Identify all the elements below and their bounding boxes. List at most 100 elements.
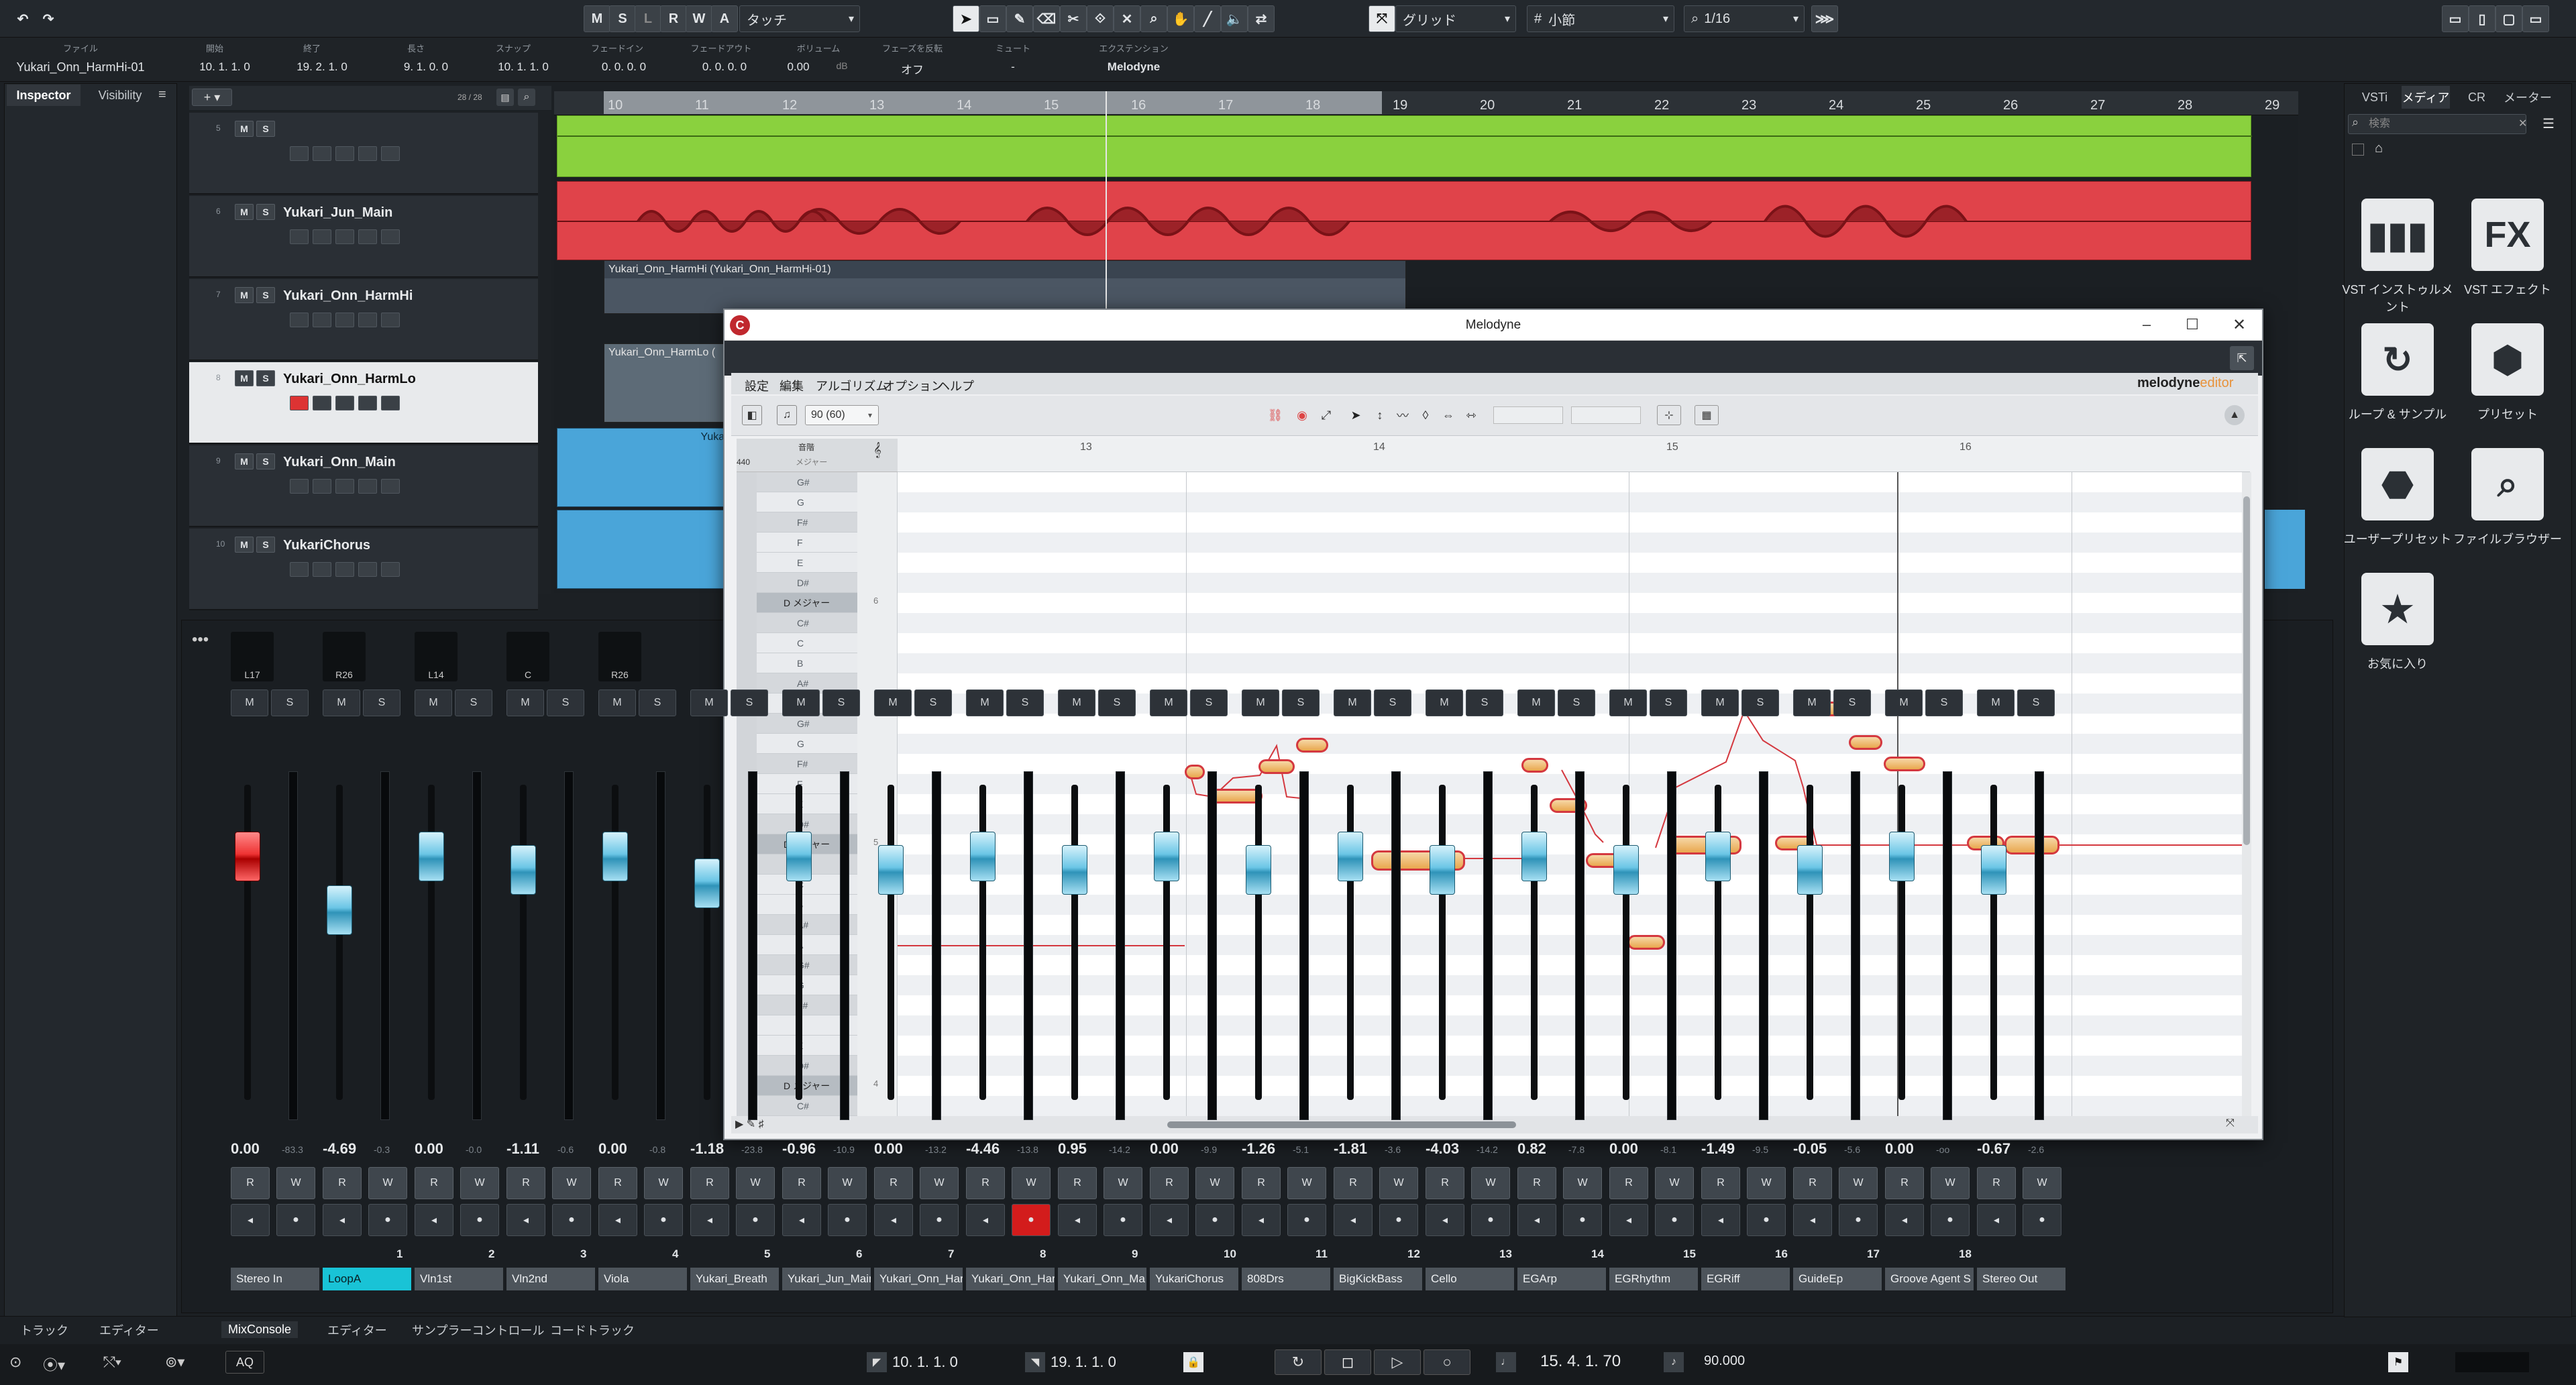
write-button[interactable] bbox=[358, 562, 377, 577]
automation-a-button[interactable]: A bbox=[711, 5, 738, 32]
record-enable-button[interactable]: ● bbox=[1563, 1204, 1602, 1236]
visibility-tab[interactable]: Visibility bbox=[83, 85, 157, 106]
write-automation-button[interactable]: W bbox=[1195, 1167, 1234, 1199]
monitor-button[interactable]: ◂ bbox=[1334, 1204, 1373, 1236]
write-automation-button[interactable]: W bbox=[644, 1167, 683, 1199]
channel-volume[interactable]: 0.00 bbox=[231, 1140, 260, 1158]
event-yukari-jun-main[interactable] bbox=[557, 181, 2252, 260]
event-yukari-onn-harmlo[interactable]: Yukari_Onn_HarmLo ( bbox=[604, 343, 735, 423]
monitor-button[interactable] bbox=[313, 146, 331, 161]
punch-icon[interactable]: ⤲▾ bbox=[103, 1353, 121, 1371]
tempo-icon[interactable]: ♪ bbox=[1664, 1352, 1684, 1372]
read-automation-button[interactable]: R bbox=[1609, 1167, 1648, 1199]
media-clear-icon[interactable]: ✕ bbox=[2518, 117, 2527, 130]
read-automation-button[interactable]: R bbox=[1885, 1167, 1924, 1199]
zoom-tool[interactable]: ⌕ bbox=[1140, 5, 1167, 32]
track-name[interactable]: Yukari_Onn_HarmHi bbox=[283, 288, 413, 304]
channel-name[interactable]: Vln1st bbox=[415, 1268, 503, 1290]
event-loop-green[interactable] bbox=[557, 115, 2252, 177]
write-automation-button[interactable]: W bbox=[2023, 1167, 2061, 1199]
pitch-key[interactable]: D# bbox=[757, 573, 857, 593]
add-track-button[interactable]: + ▾ bbox=[192, 89, 232, 106]
bottom-tab[interactable]: コードトラック bbox=[550, 1321, 635, 1339]
edit-button[interactable] bbox=[381, 229, 400, 244]
pitch-drift-tool[interactable]: 〰 bbox=[1393, 405, 1413, 425]
channel-fader[interactable] bbox=[602, 832, 628, 881]
channel-fader[interactable] bbox=[1613, 845, 1639, 895]
pitch-tool[interactable]: ⤢ bbox=[1316, 405, 1336, 425]
channel-name[interactable]: Viola bbox=[598, 1268, 687, 1290]
pan-knob[interactable]: R26 bbox=[598, 632, 641, 681]
media-search-input[interactable]: 検索 bbox=[2348, 114, 2526, 134]
read-automation-button[interactable]: R bbox=[598, 1167, 637, 1199]
snap-toggle[interactable]: ⤧ bbox=[1368, 5, 1395, 32]
channel-mute-button[interactable]: M bbox=[1150, 689, 1187, 716]
channel-mute-button[interactable]: M bbox=[1701, 689, 1739, 716]
pitch-key[interactable]: G# bbox=[757, 714, 857, 734]
monitor-button[interactable]: ◂ bbox=[1517, 1204, 1556, 1236]
melodyne-zoom-icon[interactable]: ⤧ bbox=[2226, 1117, 2235, 1129]
monitor-button[interactable]: ◂ bbox=[598, 1204, 637, 1236]
melodyne-note[interactable] bbox=[1884, 757, 1925, 771]
media-checkbox[interactable] bbox=[2352, 144, 2364, 156]
glue-tool[interactable]: ⟐ bbox=[1087, 5, 1114, 32]
channel-fader[interactable] bbox=[1797, 845, 1823, 895]
melodyne-note[interactable] bbox=[1258, 759, 1295, 774]
pitch-key[interactable]: G# bbox=[757, 472, 857, 492]
channel-solo-button[interactable]: S bbox=[455, 689, 492, 716]
edit-button[interactable] bbox=[381, 562, 400, 577]
write-button[interactable] bbox=[358, 479, 377, 494]
info-start-value[interactable]: 10. 1. 1. 0 bbox=[178, 60, 272, 74]
track-search-icon[interactable]: ⌕ bbox=[518, 89, 535, 106]
object-select-tool[interactable]: ➤ bbox=[953, 5, 979, 32]
channel-volume[interactable]: 0.00 bbox=[415, 1140, 443, 1158]
melodyne-note[interactable] bbox=[1185, 765, 1205, 779]
channel-volume[interactable]: 0.82 bbox=[1517, 1140, 1546, 1158]
read-automation-button[interactable]: R bbox=[1426, 1167, 1464, 1199]
tempo-display[interactable]: 90.000 bbox=[1704, 1353, 1784, 1369]
erase-tool[interactable]: ⌫ bbox=[1033, 5, 1060, 32]
track-row[interactable]: 10 YukariChorus M S bbox=[189, 529, 538, 610]
loop-icon[interactable]: ↻ bbox=[2361, 323, 2434, 396]
channel-name[interactable]: Yukari_Onn_Ma bbox=[1058, 1268, 1146, 1290]
monitor-button[interactable]: ◂ bbox=[231, 1204, 270, 1236]
close-button[interactable]: ✕ bbox=[2226, 313, 2253, 337]
pitch-key[interactable]: C# bbox=[757, 613, 857, 633]
listen-button[interactable]: L bbox=[635, 5, 661, 32]
channel-volume[interactable]: 0.00 bbox=[1150, 1140, 1179, 1158]
channel-mute-button[interactable]: M bbox=[874, 689, 912, 716]
param-field-2[interactable] bbox=[1571, 406, 1641, 424]
channel-mute-button[interactable]: M bbox=[1426, 689, 1463, 716]
record-enable-button[interactable]: ● bbox=[2023, 1204, 2061, 1236]
pitch-mod-tool[interactable]: ↕ bbox=[1370, 405, 1390, 425]
channel-volume[interactable]: 0.00 bbox=[598, 1140, 627, 1158]
read-automation-button[interactable]: R bbox=[660, 5, 687, 32]
read-button[interactable] bbox=[335, 562, 354, 577]
monitor-button[interactable]: ◂ bbox=[1885, 1204, 1924, 1236]
read-automation-button[interactable]: R bbox=[1977, 1167, 2016, 1199]
channel-fader[interactable] bbox=[419, 832, 444, 881]
pan-knob[interactable]: L14 bbox=[415, 632, 458, 681]
monitor-button[interactable]: ◂ bbox=[1242, 1204, 1281, 1236]
read-automation-button[interactable]: R bbox=[690, 1167, 729, 1199]
mute-button[interactable]: M bbox=[235, 121, 254, 137]
pan-knob[interactable]: R26 bbox=[323, 632, 366, 681]
monitor-button[interactable]: ◂ bbox=[690, 1204, 729, 1236]
mixer-menu-icon[interactable]: ••• bbox=[192, 630, 209, 649]
monitor-button[interactable] bbox=[313, 479, 331, 494]
channel-mute-button[interactable]: M bbox=[1609, 689, 1647, 716]
track-row[interactable]: 8 Yukari_Onn_HarmLo M S bbox=[189, 362, 538, 444]
record-enable-button[interactable] bbox=[290, 396, 309, 410]
channel-mute-button[interactable]: M bbox=[323, 689, 360, 716]
read-automation-button[interactable]: R bbox=[1334, 1167, 1373, 1199]
read-button[interactable] bbox=[335, 396, 354, 410]
channel-solo-button[interactable]: S bbox=[1282, 689, 1320, 716]
mute-button[interactable]: M bbox=[235, 204, 254, 220]
formant-tool[interactable]: ⇔ bbox=[1438, 405, 1458, 425]
record-enable-button[interactable]: ● bbox=[1012, 1204, 1051, 1236]
mute-button[interactable]: M bbox=[235, 287, 254, 303]
info-fadein-value[interactable]: 0. 0. 0. 0 bbox=[577, 60, 671, 74]
write-button[interactable] bbox=[358, 146, 377, 161]
pitch-key[interactable]: E bbox=[757, 553, 857, 573]
pitch-key[interactable]: F bbox=[757, 533, 857, 553]
